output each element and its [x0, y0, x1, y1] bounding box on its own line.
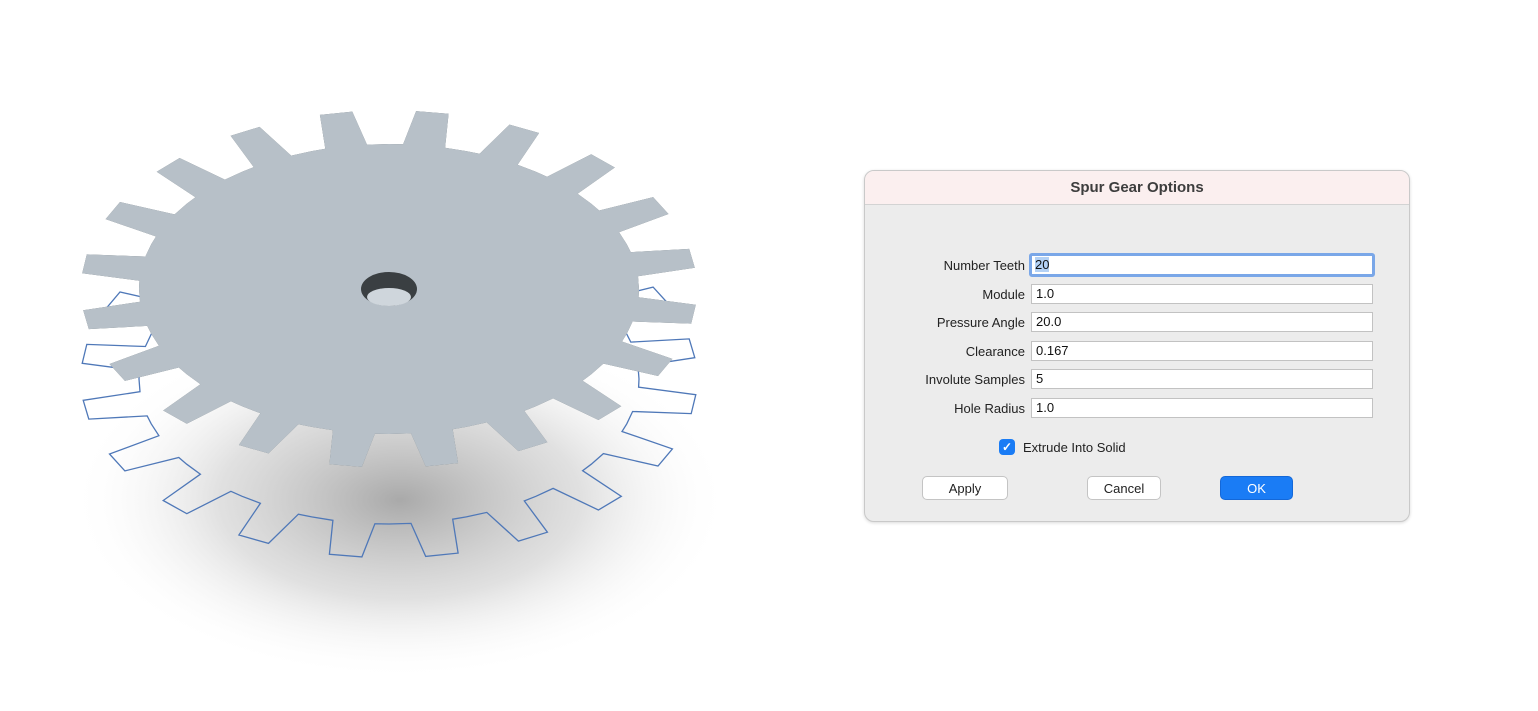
involute-samples-input[interactable]: 5 [1031, 369, 1373, 389]
number-teeth-value: 20 [1035, 257, 1050, 272]
field-row-involute-samples: Involute Samples 5 [865, 369, 1373, 389]
hole-radius-input[interactable]: 1.0 [1031, 398, 1373, 418]
apply-button[interactable]: Apply [922, 476, 1008, 500]
ok-button[interactable]: OK [1220, 476, 1293, 500]
field-row-clearance: Clearance 0.167 [865, 341, 1373, 361]
hole-floor [367, 288, 411, 306]
dialog-title: Spur Gear Options [1070, 179, 1204, 196]
field-row-pressure-angle: Pressure Angle 20.0 [865, 312, 1373, 332]
field-row-number-teeth: Number Teeth 20 [865, 253, 1375, 277]
dialog-titlebar[interactable]: Spur Gear Options [865, 171, 1409, 205]
extrude-checkbox[interactable]: ✓ [999, 439, 1015, 455]
field-row-module: Module 1.0 [865, 284, 1373, 304]
number-teeth-input[interactable]: 20 [1029, 253, 1375, 277]
3d-viewport[interactable] [0, 0, 800, 711]
hole-radius-label: Hole Radius [954, 400, 1025, 416]
pressure-angle-input[interactable]: 20.0 [1031, 312, 1373, 332]
number-teeth-label: Number Teeth [943, 257, 1025, 273]
gear-render [70, 111, 730, 680]
extrude-label: Extrude Into Solid [1023, 439, 1126, 455]
cancel-button[interactable]: Cancel [1087, 476, 1161, 500]
pressure-angle-label: Pressure Angle [936, 314, 1025, 330]
clearance-input[interactable]: 0.167 [1031, 341, 1373, 361]
field-row-hole-radius: Hole Radius 1.0 [865, 398, 1373, 418]
module-label: Module [982, 286, 1025, 302]
spur-gear-options-dialog: Spur Gear Options Number Teeth 20 Module… [864, 170, 1410, 522]
extrude-option[interactable]: ✓ Extrude Into Solid [999, 439, 1126, 455]
involute-samples-label: Involute Samples [925, 371, 1025, 387]
clearance-label: Clearance [965, 343, 1025, 359]
module-input[interactable]: 1.0 [1031, 284, 1373, 304]
